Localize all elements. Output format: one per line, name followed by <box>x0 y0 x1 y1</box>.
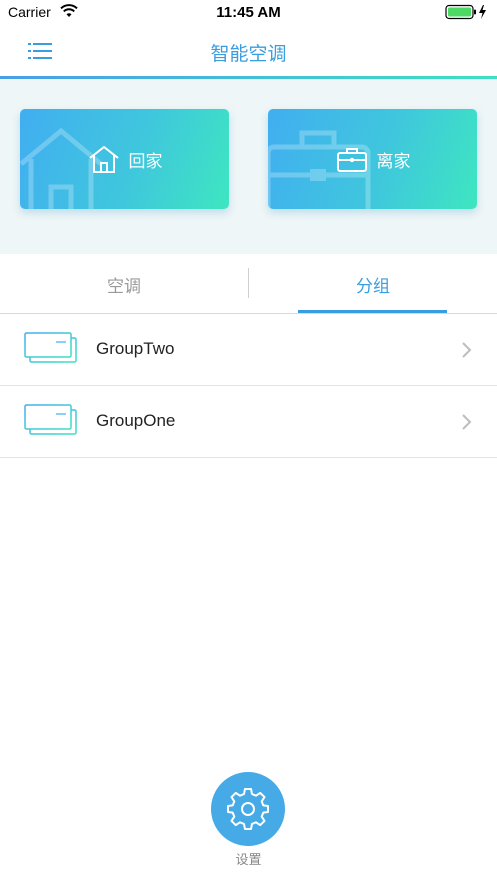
status-bar: Carrier 11:45 AM <box>0 0 497 26</box>
group-list: GroupTwo GroupOne <box>0 314 497 458</box>
page-title: 智能空调 <box>210 43 287 65</box>
chevron-right-icon <box>462 414 472 430</box>
clock: 11:45 AM <box>216 4 281 21</box>
home-scene-card[interactable]: 回家 <box>20 109 229 209</box>
air-conditioner-icon <box>24 332 77 363</box>
active-tab-indicator <box>298 310 447 313</box>
gear-icon <box>227 788 269 830</box>
list-item[interactable]: GroupOne <box>0 386 497 458</box>
group-name: GroupTwo <box>96 339 175 358</box>
briefcase-icon <box>336 148 367 172</box>
away-scene-label: 离家 <box>376 151 411 172</box>
battery-icon <box>445 4 486 20</box>
away-scene-card[interactable]: 离家 <box>268 109 477 209</box>
tab-groups[interactable]: 分组 <box>249 254 497 314</box>
air-conditioner-icon <box>24 404 77 435</box>
chevron-right-icon <box>462 342 472 358</box>
tab-air-conditioner[interactable]: 空调 <box>0 254 248 314</box>
settings-label: 设置 <box>235 853 262 868</box>
home-icon <box>88 146 119 173</box>
home-scene-label: 回家 <box>128 151 163 172</box>
scene-cards-area: 回家 离家 <box>0 79 497 254</box>
navigation-bar: 智能空调 <box>0 26 497 76</box>
group-name: GroupOne <box>96 411 176 430</box>
segment-tabs: 空调 分组 <box>0 254 497 314</box>
list-item[interactable]: GroupTwo <box>0 314 497 386</box>
settings-button[interactable] <box>211 772 285 846</box>
